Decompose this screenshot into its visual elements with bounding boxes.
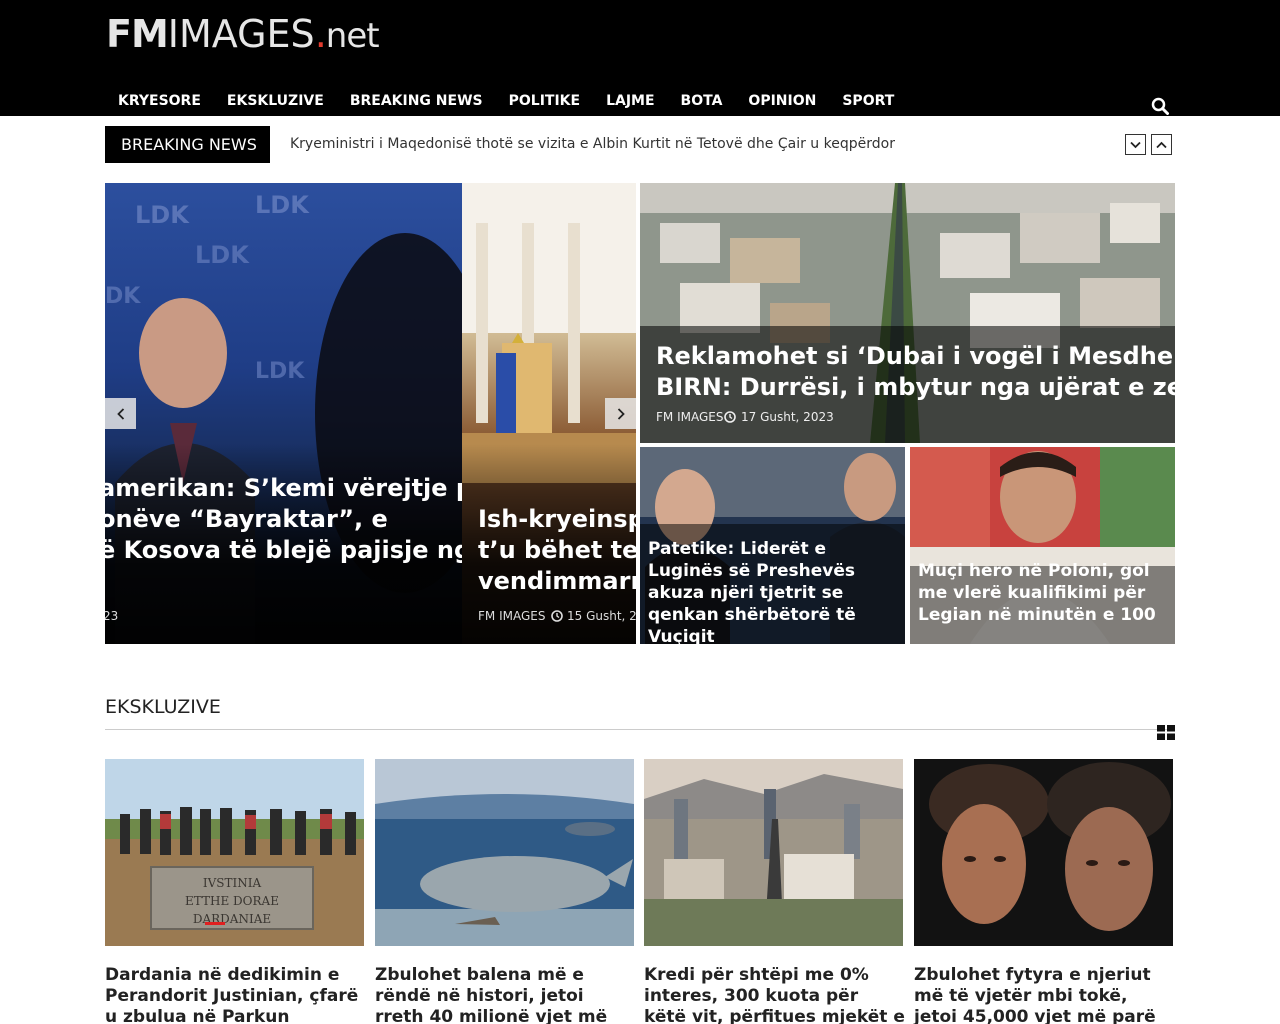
nav-item-opinion[interactable]: OPINION	[735, 88, 829, 116]
nav-item-lajme[interactable]: LAJME	[593, 88, 667, 116]
site-logo[interactable]: FMIMAGES.net	[106, 12, 380, 58]
breaking-news-headline[interactable]: Kryeministri i Maqedonisë thotë se vizit…	[290, 136, 895, 152]
article-title[interactable]: Zbulohet fytyra e njeriut më të vjetër m…	[914, 965, 1176, 1024]
featured-slider[interactable]: LDK LDK LDK DK LDK amerikan: S’kemi vëre…	[105, 183, 636, 644]
article-image[interactable]	[644, 759, 903, 946]
article-title[interactable]: Muçi hero në Poloni, gol me vlerë kualif…	[918, 560, 1170, 626]
article-title[interactable]: Zbulohet balena më e rëndë në histori, j…	[375, 965, 637, 1024]
article-title-line-1[interactable]: Reklamohet si ‘Dubai i vogël i Mesdheut’…	[656, 341, 1175, 372]
svg-text:ETTHE DORAE: ETTHE DORAE	[185, 894, 279, 908]
main-nav: KRYESORE EKSKLUZIVE BREAKING NEWS POLITI…	[105, 88, 907, 116]
svg-text:LDK: LDK	[135, 201, 190, 229]
svg-text:DARDANIAE: DARDANIAE	[193, 912, 271, 926]
logo-fm: FM	[106, 12, 169, 56]
article-image[interactable]: IVSTINIA ETTHE DORAE DARDANIAE	[105, 759, 364, 946]
slide-title-line-2[interactable]: onëve “Bayraktar”, e	[105, 504, 388, 535]
article-author[interactable]: FM IMAGES	[656, 410, 723, 424]
article-title[interactable]: Kredi për shtëpi me 0% interes, 300 kuot…	[644, 965, 906, 1024]
article-image[interactable]	[375, 759, 634, 946]
slide-title-line-3[interactable]: vendimmarrës	[478, 566, 636, 597]
slide-image[interactable]: LDK LDK LDK DK LDK amerikan: S’kemi vëre…	[105, 183, 462, 644]
chevron-up-icon	[1156, 141, 1167, 148]
featured-article-right[interactable]: Muçi hero në Poloni, gol me vlerë kualif…	[910, 447, 1175, 644]
grid-icon[interactable]	[1157, 725, 1175, 740]
logo-dot: .	[314, 12, 327, 56]
article-image[interactable]	[914, 759, 1173, 946]
section-title-ekskluzive[interactable]: EKSKLUZIVE	[105, 696, 221, 718]
slider-prev-button[interactable]	[105, 398, 136, 429]
article-date: 17 Gusht, 2023	[741, 410, 834, 424]
article-photo: IVSTINIA ETTHE DORAE DARDANIAE	[105, 759, 364, 946]
chevron-left-icon	[116, 407, 124, 420]
logo-net: net	[325, 16, 380, 56]
nav-item-ekskluzive[interactable]: EKSKLUZIVE	[214, 88, 337, 116]
slide-title-line-2[interactable]: t’u bëhet test	[478, 535, 636, 566]
nav-item-breaking-news[interactable]: BREAKING NEWS	[337, 88, 496, 116]
svg-text:LDK: LDK	[255, 359, 305, 384]
slide-date: 23	[105, 609, 119, 623]
article-title[interactable]: Dardania në dedikimin e Perandorit Justi…	[105, 965, 367, 1024]
clock-icon	[724, 411, 736, 423]
breaking-news-label: BREAKING NEWS	[105, 126, 270, 163]
slider-next-button[interactable]	[605, 398, 636, 429]
logo-images: IMAGES	[167, 12, 315, 56]
featured-article-left[interactable]: Patetike: Liderët e Luginës së Preshevës…	[640, 447, 905, 644]
section-divider	[105, 729, 1175, 730]
ticker-next-button[interactable]	[1125, 134, 1146, 155]
slide-date: 15 Gusht, 20	[567, 609, 636, 623]
slide-title-line-1[interactable]: amerikan: S’kemi vërejtje për	[105, 473, 462, 504]
nav-item-politike[interactable]: POLITIKE	[496, 88, 593, 116]
slide-title-line-1[interactable]: Ish-kryeinspe	[478, 504, 636, 535]
site-header: FMIMAGES.net KRYESORE EKSKLUZIVE BREAKIN…	[0, 0, 1280, 116]
article-photo	[375, 759, 634, 946]
nav-item-kryesore[interactable]: KRYESORE	[105, 88, 214, 116]
nav-item-bota[interactable]: BOTA	[668, 88, 736, 116]
svg-text:LDK: LDK	[255, 191, 310, 219]
article-title[interactable]: Patetike: Liderët e Luginës së Preshevës…	[648, 538, 898, 644]
article-photo	[644, 759, 903, 946]
featured-main-article[interactable]: Reklamohet si ‘Dubai i vogël i Mesdheut’…	[640, 183, 1175, 443]
svg-text:LDK: LDK	[195, 241, 250, 269]
ticker-prev-button[interactable]	[1151, 134, 1172, 155]
slide-title-line-3[interactable]: ë Kosova të blejë pajisje nga	[105, 535, 462, 566]
chevron-down-icon	[1130, 141, 1141, 148]
search-icon[interactable]	[1151, 97, 1169, 115]
svg-text:DK: DK	[105, 284, 141, 309]
svg-text:IVSTINIA: IVSTINIA	[203, 876, 262, 890]
chevron-right-icon	[617, 407, 625, 420]
nav-item-sport[interactable]: SPORT	[829, 88, 907, 116]
article-photo	[914, 759, 1173, 946]
article-title-line-2[interactable]: BIRN: Durrësi, i mbytur nga ujërat e zez…	[656, 372, 1175, 403]
clock-icon	[551, 610, 563, 622]
slide-author[interactable]: FM IMAGES	[478, 609, 545, 623]
